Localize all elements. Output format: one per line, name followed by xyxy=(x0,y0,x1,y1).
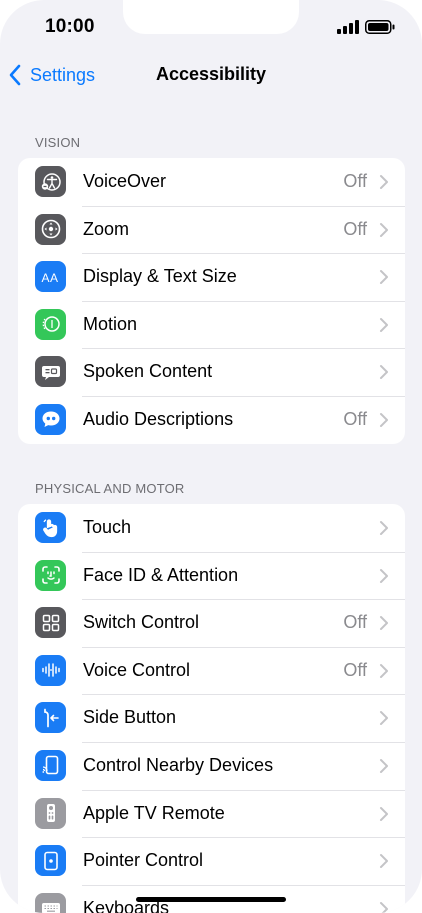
chevron-right-icon xyxy=(380,806,388,821)
chevron-right-icon xyxy=(380,175,388,189)
row-side-button[interactable]: Side Button xyxy=(18,694,405,742)
notch xyxy=(123,0,299,34)
row-voice-control[interactable]: Voice Control Off xyxy=(18,646,405,695)
vision-group: VoiceOver Off Zoom Off AA Display & Text… xyxy=(18,158,405,444)
apple-tv-remote-icon xyxy=(35,797,66,829)
chevron-right-icon xyxy=(380,758,388,773)
row-label: Control Nearby Devices xyxy=(83,754,274,775)
zoom-icon xyxy=(35,213,66,245)
row-label: VoiceOver xyxy=(83,171,167,191)
touch-icon xyxy=(35,512,66,543)
side-button-icon xyxy=(35,702,66,734)
row-face-id[interactable]: Face ID & Attention xyxy=(18,551,405,600)
row-spoken-content[interactable]: Spoken Content xyxy=(18,348,405,396)
phone-screen: 10:00 Settings Accessibility VISION Voic… xyxy=(0,0,422,913)
row-label: Apple TV Remote xyxy=(83,802,225,823)
row-label: Zoom xyxy=(83,218,130,239)
chevron-right-icon xyxy=(380,222,388,237)
status-bar: 10:00 xyxy=(0,0,422,52)
chevron-right-icon xyxy=(380,901,388,913)
row-label: Voice Control xyxy=(83,659,191,680)
row-zoom[interactable]: Zoom Off xyxy=(18,205,405,254)
physical-motor-group: Touch Face ID & Attention Switch Control… xyxy=(18,504,405,913)
row-pointer-control[interactable]: Pointer Control xyxy=(18,837,405,885)
control-nearby-devices-icon xyxy=(35,749,66,781)
section-header-vision: VISION xyxy=(35,135,81,150)
voice-control-icon xyxy=(35,654,66,686)
battery-icon xyxy=(365,20,395,34)
chevron-right-icon xyxy=(380,616,388,631)
svg-text:A: A xyxy=(50,271,58,285)
display-text-size-icon: AA xyxy=(35,261,66,293)
face-id-icon xyxy=(35,559,66,591)
row-display-text-size[interactable]: AA Display & Text Size xyxy=(18,253,405,301)
row-label: Motion xyxy=(83,313,138,334)
row-value: Off xyxy=(343,659,367,680)
row-label: Display & Text Size xyxy=(83,266,237,287)
motion-icon xyxy=(35,308,66,340)
row-label: Audio Descriptions xyxy=(83,408,234,429)
row-voiceover[interactable]: VoiceOver Off xyxy=(18,158,405,206)
row-value: Off xyxy=(343,171,367,191)
chevron-right-icon xyxy=(380,317,388,332)
row-label: Spoken Content xyxy=(83,361,213,382)
row-label: Face ID & Attention xyxy=(83,564,239,585)
cellular-signal-icon xyxy=(337,20,359,34)
switch-control-icon xyxy=(35,607,66,639)
home-indicator[interactable] xyxy=(136,897,286,902)
keyboards-icon xyxy=(35,892,66,913)
chevron-right-icon xyxy=(380,711,388,726)
section-header-physical-motor: PHYSICAL AND MOTOR xyxy=(35,481,185,496)
row-control-nearby-devices[interactable]: Control Nearby Devices xyxy=(18,741,405,790)
row-audio-descriptions[interactable]: Audio Descriptions Off xyxy=(18,395,405,444)
audio-descriptions-icon xyxy=(35,403,66,435)
status-time: 10:00 xyxy=(45,16,95,37)
chevron-right-icon xyxy=(380,412,388,427)
row-label: Touch xyxy=(83,517,132,537)
chevron-right-icon xyxy=(380,270,388,285)
row-switch-control[interactable]: Switch Control Off xyxy=(18,599,405,647)
row-label: Switch Control xyxy=(83,612,200,633)
page-title: Accessibility xyxy=(155,64,267,84)
chevron-right-icon xyxy=(380,663,388,678)
chevron-right-icon xyxy=(380,365,388,380)
row-label: Side Button xyxy=(83,707,177,728)
row-value: Off xyxy=(343,408,367,429)
chevron-right-icon xyxy=(380,854,388,869)
row-label: Pointer Control xyxy=(83,850,204,871)
row-touch[interactable]: Touch xyxy=(18,504,405,552)
row-value: Off xyxy=(343,218,367,239)
svg-text:A: A xyxy=(41,271,49,285)
row-value: Off xyxy=(343,612,367,633)
voiceover-icon xyxy=(35,166,66,197)
chevron-right-icon xyxy=(380,521,388,535)
chevron-right-icon xyxy=(380,568,388,583)
row-apple-tv-remote[interactable]: Apple TV Remote xyxy=(18,789,405,838)
spoken-content-icon xyxy=(35,356,66,388)
row-motion[interactable]: Motion xyxy=(18,300,405,349)
pointer-control-icon xyxy=(35,845,66,877)
